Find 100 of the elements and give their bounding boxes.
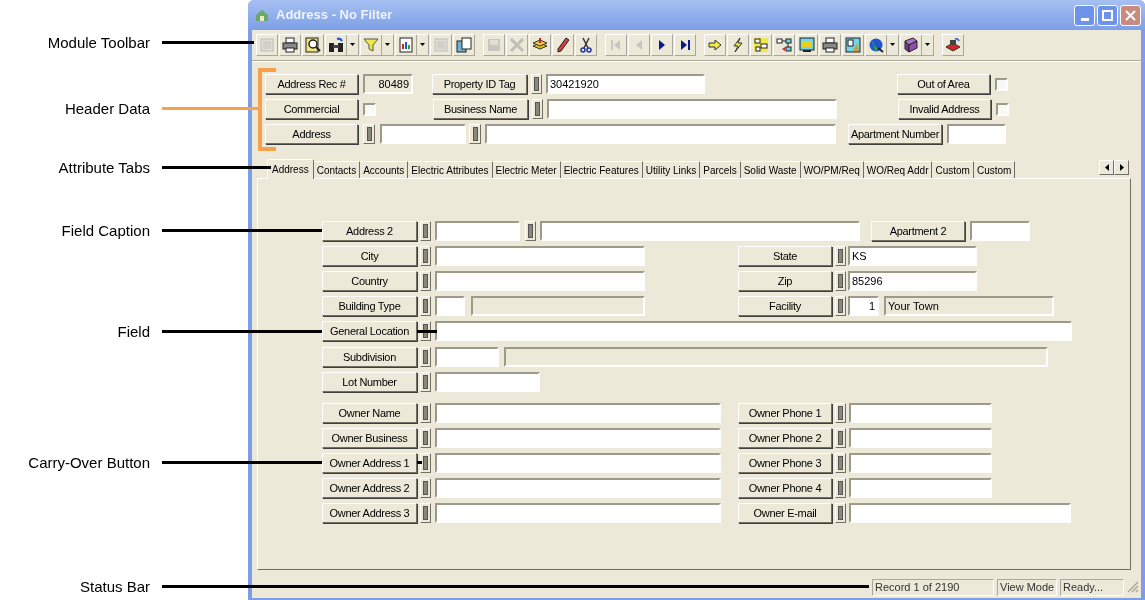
field-caption[interactable]: Owner Address 1 <box>322 453 417 473</box>
toolbar-button[interactable] <box>796 33 818 56</box>
carry-over-button[interactable] <box>420 453 431 473</box>
toolbar-button[interactable] <box>750 33 772 56</box>
input-field[interactable] <box>435 453 721 473</box>
input-field[interactable] <box>849 403 992 423</box>
toolbar-button[interactable] <box>773 33 795 56</box>
carry-over-button[interactable] <box>420 347 431 367</box>
input-field[interactable] <box>849 453 992 473</box>
input-field[interactable]: 30421920 <box>546 74 705 94</box>
field-caption[interactable]: Lot Number <box>322 372 417 392</box>
toolbar-button[interactable] <box>819 33 841 56</box>
toolbar-button[interactable] <box>942 33 964 56</box>
input-field[interactable] <box>435 246 645 266</box>
resize-grip-icon[interactable] <box>1127 581 1139 593</box>
toolbar-button[interactable] <box>900 33 934 56</box>
carry-over-button[interactable] <box>420 478 431 498</box>
input-field[interactable] <box>435 478 721 498</box>
toolbar-button[interactable] <box>575 33 597 56</box>
input-field[interactable] <box>849 478 992 498</box>
carry-over-button[interactable] <box>420 503 431 523</box>
carry-over-button[interactable] <box>469 124 481 144</box>
field-caption[interactable]: Subdivision <box>322 347 417 367</box>
input-field[interactable] <box>947 124 1006 144</box>
field-caption[interactable]: Apartment Number <box>848 124 942 144</box>
carry-over-button[interactable] <box>835 246 846 266</box>
carry-over-button[interactable] <box>835 271 846 291</box>
carry-over-button[interactable] <box>363 124 375 144</box>
toolbar-button[interactable] <box>651 33 673 56</box>
carry-over-button[interactable] <box>420 221 431 241</box>
toolbar-button[interactable] <box>302 33 324 56</box>
checkbox[interactable] <box>995 77 1008 91</box>
toolbar-button[interactable] <box>325 33 359 56</box>
toolbar-button[interactable] <box>395 33 429 56</box>
field-caption[interactable]: Business Name <box>433 99 528 119</box>
carry-over-button[interactable] <box>835 403 846 423</box>
input-field[interactable] <box>849 428 992 448</box>
carry-over-button[interactable] <box>525 221 536 241</box>
carry-over-button[interactable] <box>835 296 846 316</box>
field-caption[interactable]: Owner Address 3 <box>322 503 417 523</box>
carry-over-button[interactable] <box>532 99 543 119</box>
input-field[interactable]: 85296 <box>848 271 977 291</box>
input-field[interactable] <box>435 403 721 423</box>
field-caption[interactable]: City <box>322 246 417 266</box>
carry-over-button[interactable] <box>420 296 431 316</box>
input-field[interactable] <box>380 124 466 144</box>
tab[interactable]: Electric Attributes <box>408 161 493 178</box>
tab[interactable]: WO/Req Addr <box>863 161 933 178</box>
field-caption[interactable]: Address 2 <box>322 221 417 241</box>
field-caption[interactable]: Owner Business <box>322 428 417 448</box>
carry-over-button[interactable] <box>420 372 431 392</box>
input-field[interactable] <box>435 221 520 241</box>
field-caption[interactable]: Invalid Address <box>898 99 991 119</box>
tab[interactable]: Electric Meter <box>492 161 561 178</box>
tab[interactable]: Custom <box>973 161 1016 178</box>
close-button[interactable] <box>1120 4 1141 26</box>
input-field[interactable]: KS <box>848 246 977 266</box>
tab[interactable]: Contacts <box>313 161 361 178</box>
field-caption[interactable]: Apartment 2 <box>871 221 965 241</box>
field-caption[interactable]: Commercial <box>265 99 358 119</box>
field-caption[interactable]: Property ID Tag <box>432 74 527 94</box>
field-caption[interactable]: Address <box>265 124 358 144</box>
tab[interactable]: Custom <box>932 161 974 178</box>
tab[interactable]: Parcels <box>700 161 741 178</box>
field-caption[interactable]: Owner Phone 3 <box>738 453 832 473</box>
field-caption[interactable]: Building Type <box>322 296 417 316</box>
toolbar-button[interactable] <box>529 33 551 56</box>
input-field[interactable] <box>435 347 499 367</box>
field-caption[interactable]: Owner Address 2 <box>322 478 417 498</box>
field-caption[interactable]: State <box>738 246 832 266</box>
carry-over-button[interactable] <box>420 428 431 448</box>
tab[interactable]: Solid Waste <box>740 161 801 178</box>
checkbox[interactable] <box>363 102 376 116</box>
toolbar-button[interactable] <box>279 33 301 56</box>
tab[interactable]: Address <box>267 159 314 179</box>
tab[interactable]: Accounts <box>360 161 409 178</box>
carry-over-button[interactable] <box>835 453 846 473</box>
carry-over-button[interactable] <box>420 271 431 291</box>
field-caption[interactable]: Owner E-mail <box>738 503 832 523</box>
field-caption[interactable]: Owner Phone 2 <box>738 428 832 448</box>
input-field[interactable] <box>435 321 1072 341</box>
input-field[interactable] <box>435 503 721 523</box>
input-field[interactable]: 1 <box>848 296 879 316</box>
input-field[interactable] <box>849 503 1071 523</box>
field-caption[interactable]: Country <box>322 271 417 291</box>
toolbar-button[interactable] <box>865 33 899 56</box>
toolbar-button[interactable] <box>727 33 749 56</box>
input-field[interactable] <box>540 221 860 241</box>
field-caption[interactable]: Address Rec # <box>265 74 358 94</box>
input-field[interactable] <box>435 296 465 316</box>
minimize-button[interactable] <box>1074 4 1095 26</box>
field-caption[interactable]: Zip <box>738 271 832 291</box>
tab[interactable]: Electric Features <box>560 161 643 178</box>
field-caption[interactable]: Facility <box>738 296 832 316</box>
carry-over-button[interactable] <box>835 428 846 448</box>
tab[interactable]: Utility Links <box>642 161 701 178</box>
carry-over-button[interactable] <box>835 503 846 523</box>
carry-over-button[interactable] <box>420 246 431 266</box>
maximize-button[interactable] <box>1097 4 1118 26</box>
input-field[interactable] <box>435 271 645 291</box>
